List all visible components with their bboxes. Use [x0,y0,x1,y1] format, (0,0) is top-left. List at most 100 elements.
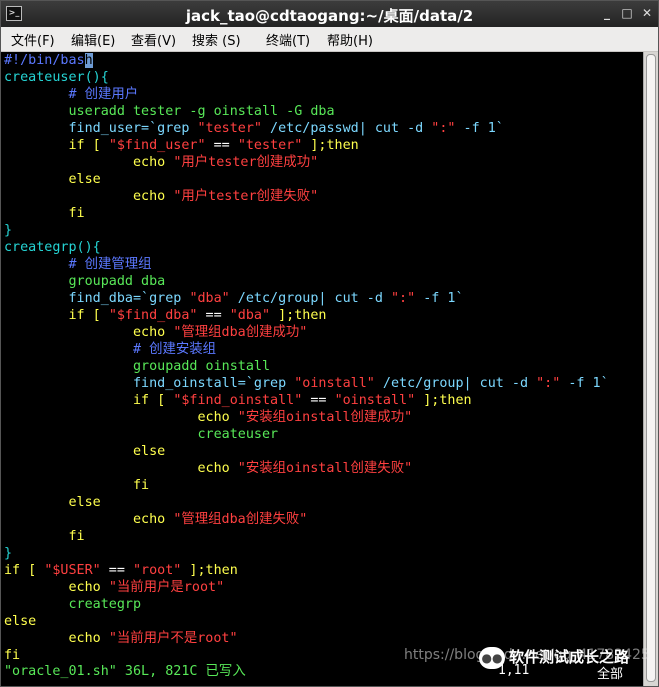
code-line: echo "安装组oinstall创建成功" [4,409,412,426]
code-token: fi [4,478,150,493]
code-line: echo "当前用户不是root" [4,630,238,647]
position-scope: 全部 [597,667,624,682]
code-line: echo "用户tester创建失败" [4,188,318,205]
code-line: if [ "$find_dba" == "dba" ];then [4,307,327,324]
code-token: echo [4,580,109,595]
code-token: ":" [536,376,561,391]
code-line: # 创建管理组 [4,256,152,273]
code-token: echo [4,512,174,527]
code-line: } [4,545,12,562]
code-line: groupadd oinstall [4,358,270,375]
code-token: # 创建安装组 [4,342,217,357]
code-line: else [4,494,100,511]
code-token: == [302,393,335,408]
window-title: jack_tao@cdtaogang:~/桌面/data/2 [185,7,474,25]
code-token: "安装组oinstall创建失败" [237,461,413,476]
code-line: echo "当前用户是root" [4,579,224,596]
code-token: groupadd oinstall [4,359,271,374]
code-token: creategrp(){ [4,240,101,255]
code-token: fi [4,206,85,221]
code-line: if [ "$find_oinstall" == "oinstall" ];th… [4,392,472,409]
code-token: "dba" [189,291,230,306]
code-token: "$find_user" [108,138,206,153]
code-line: fi [4,205,85,222]
code-token: # 创建管理组 [4,257,152,272]
code-line: #!/bin/bash [4,52,93,69]
code-token: ];then [415,393,472,408]
code-token: createuser [4,427,279,442]
code-line: echo "管理组dba创建成功" [4,324,307,341]
code-token: "当前用户不是root" [108,631,238,646]
code-token: "用户tester创建失败" [173,189,319,204]
code-token: "$USER" [44,563,101,578]
code-token: ":" [391,291,416,306]
code-line: find_dba=`grep "dba" /etc/group| cut -d … [4,290,463,307]
menu-help[interactable]: 帮助(H) [327,30,373,49]
code-token: createuser(){ [4,70,109,85]
code-token: echo [4,410,238,425]
text-cursor: h [84,53,93,68]
code-token: echo [4,189,174,204]
code-token: useradd tester -g oinstall -G dba [4,104,335,119]
code-token: "oinstall" [294,376,375,391]
code-line: } [4,222,12,239]
code-token: -f 1` [560,376,609,391]
menu-file[interactable]: 文件(F) [11,30,55,49]
terminal-window: >_ jack_tao@cdtaogang:~/桌面/data/2 _ □ ✕ … [0,0,659,687]
code-token: == [100,563,133,578]
code-token: "$find_oinstall" [173,393,303,408]
code-token: echo [4,461,238,476]
code-token: "tester" [197,121,262,136]
code-line: fi [4,477,149,494]
wechat-icon: ●● [479,646,505,669]
code-token: -f 1` [455,121,504,136]
scrollbar[interactable] [643,52,658,686]
code-token: find_dba=`grep [4,291,190,306]
terminal-content[interactable]: #!/bin/bash createuser(){ # 创建用户 useradd … [1,52,644,686]
code-line: creategrp(){ [4,239,101,256]
code-token: find_user=`grep [4,121,198,136]
code-token: ":" [431,121,456,136]
code-line: fi [4,528,84,545]
title-bar[interactable]: >_ jack_tao@cdtaogang:~/桌面/data/2 _ □ ✕ [1,1,658,27]
code-line: echo "安装组oinstall创建失败" [4,460,412,477]
vim-status-message: "oracle_01.sh" 36L, 821C 已写入 [4,664,246,679]
scrollbar-thumb[interactable] [646,54,656,682]
code-token: creategrp [4,597,142,612]
code-line: groupadd dba [4,273,165,290]
menu-terminal[interactable]: 终端(T) [266,30,310,49]
code-token: "oinstall" [334,393,416,408]
code-line: createuser(){ [4,69,109,86]
maximize-button[interactable]: □ [619,5,635,21]
code-token: if [ [4,138,109,153]
code-token: "当前用户是root" [108,580,225,595]
watermark-brand: ●● 软件测试成长之路 [479,646,649,674]
code-token: groupadd dba [4,274,166,289]
code-line: useradd tester -g oinstall -G dba [4,103,335,120]
code-line: createuser [4,426,278,443]
code-token: "管理组dba创建失败" [173,512,308,527]
menu-edit[interactable]: 编辑(E) [71,30,115,49]
code-token: == [197,308,230,323]
code-token: if [ [4,563,45,578]
close-button[interactable]: ✕ [639,5,655,21]
code-line: echo "用户tester创建成功" [4,154,318,171]
code-token: } [4,223,13,238]
code-token: find_oinstall=`grep [4,376,295,391]
code-token: ];then [270,308,327,323]
code-token: echo [4,631,109,646]
code-line: find_oinstall=`grep "oinstall" /etc/grou… [4,375,609,392]
code-line: if [ "$USER" == "root" ];then [4,562,238,579]
menu-view[interactable]: 查看(V) [131,30,176,49]
code-token: # 创建用户 [4,87,139,102]
menu-bar: 文件(F) 编辑(E) 查看(V) 搜索 (S) 终端(T) 帮助(H) [1,27,658,52]
code-token: "dba" [229,308,271,323]
code-token: /etc/group| cut -d [229,291,391,306]
code-token: else [4,444,166,459]
code-line: find_user=`grep "tester" /etc/passwd| cu… [4,120,504,137]
code-token: "root" [133,563,182,578]
code-token: ];then [302,138,359,153]
minimize-button[interactable]: _ [599,5,615,21]
menu-search[interactable]: 搜索 (S) [192,30,241,49]
code-token: "$find_dba" [108,308,198,323]
